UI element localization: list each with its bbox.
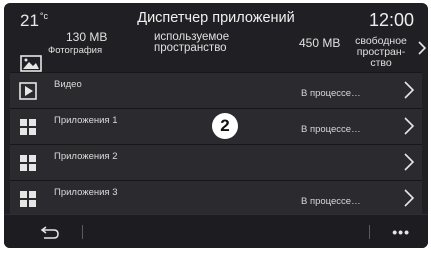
row-name: Приложения 1 xyxy=(54,115,118,126)
row-name: Видео xyxy=(54,79,82,90)
back-arrow-icon[interactable] xyxy=(40,225,60,239)
row-status: В процессе… xyxy=(301,88,361,99)
free-label-line3: ство xyxy=(370,57,392,69)
row-name: Приложения 3 xyxy=(54,187,118,198)
app-row-video[interactable]: Видео В процессе… xyxy=(10,72,422,108)
apps-grid-icon xyxy=(20,191,36,207)
photo-icon xyxy=(20,55,42,72)
callout-number-badge: 2 xyxy=(212,113,238,139)
app-row-apps-2[interactable]: Приложения 2 xyxy=(10,144,422,180)
app-row-apps-3[interactable]: Приложения 3 В процессе… xyxy=(10,180,422,216)
video-icon xyxy=(19,82,37,100)
apps-grid-icon xyxy=(20,155,36,171)
row-name: Приложения 2 xyxy=(54,151,118,162)
category-label: Фотография xyxy=(48,45,103,56)
more-options-button[interactable]: ••• xyxy=(392,224,410,240)
used-label-line2: пространство xyxy=(154,42,227,54)
free-size: 450 MB xyxy=(299,36,341,50)
chevron-right-icon[interactable] xyxy=(402,152,416,172)
apps-grid-icon xyxy=(20,119,36,135)
row-status: В процессе… xyxy=(301,124,361,135)
bottom-bar: ••• xyxy=(4,214,428,248)
chevron-right-icon[interactable] xyxy=(418,41,426,55)
page-title: Диспетчер приложений xyxy=(137,10,295,26)
clock: 12:00 xyxy=(368,10,414,30)
chevron-right-icon[interactable] xyxy=(402,80,416,100)
chevron-right-icon[interactable] xyxy=(402,188,416,208)
divider xyxy=(369,225,370,239)
storage-summary: 130 MB Фотография используемое пространс… xyxy=(4,31,428,74)
row-status: В процессе… xyxy=(301,196,361,207)
category-size: 130 MB xyxy=(66,30,108,44)
divider xyxy=(82,225,83,239)
chevron-right-icon[interactable] xyxy=(402,116,416,136)
app-manager-screen: 21°c Диспетчер приложений 12:00 130 MB Ф… xyxy=(4,3,428,248)
